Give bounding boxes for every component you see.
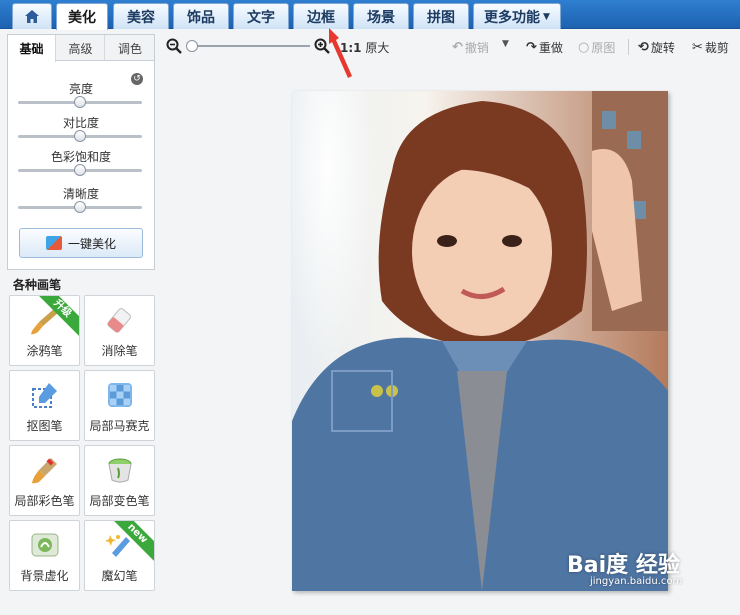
contrast-slider[interactable] xyxy=(18,130,142,142)
zoom-slider[interactable] xyxy=(186,40,310,52)
home-icon xyxy=(25,10,39,23)
background-blur-button[interactable]: 背景虚化 xyxy=(9,520,80,591)
home-tab[interactable] xyxy=(12,3,52,29)
portrait-photo-image xyxy=(292,91,668,591)
undo-icon: ↶ xyxy=(452,40,463,55)
color-brush-icon xyxy=(31,458,57,484)
watermark-url: jingyan.baidu.com xyxy=(590,576,683,587)
sharpness-slider-handle[interactable] xyxy=(74,201,86,213)
saturation-slider[interactable] xyxy=(18,164,142,176)
tab-beauty[interactable]: 美容 xyxy=(113,3,169,29)
toolbar: 1:1 原大 ↶ 撤销 ▼ ↷ 重做 ○ 原图 ⟲ 旋转 ✂ 裁剪 xyxy=(160,35,740,59)
chevron-down-icon: ▼ xyxy=(502,39,509,49)
zoom-out-icon[interactable] xyxy=(166,38,182,54)
redo-icon: ↷ xyxy=(526,40,537,55)
saturation-label: 色彩饱和度 xyxy=(50,150,111,164)
subtab-advanced[interactable]: 高级 xyxy=(57,35,105,61)
tab-scene[interactable]: 场景 xyxy=(353,3,409,29)
zoom-slider-handle[interactable] xyxy=(186,40,198,52)
local-mosaic-button[interactable]: 局部马赛克 xyxy=(84,370,155,441)
local-color-pen-button[interactable]: 局部彩色笔 xyxy=(9,445,80,516)
eraser-pen-button[interactable]: 消除笔 xyxy=(84,295,155,366)
cutout-pen-button[interactable]: 抠图笔 xyxy=(9,370,80,441)
tab-collage[interactable]: 拼图 xyxy=(413,3,469,29)
subtab-basic[interactable]: 基础 xyxy=(8,35,56,62)
tab-text[interactable]: 文字 xyxy=(233,3,289,29)
rotate-icon: ⟲ xyxy=(638,40,649,55)
chevron-down-icon: ▼ xyxy=(543,11,550,22)
crop-button[interactable]: ✂ 裁剪 xyxy=(692,39,729,56)
redo-button[interactable]: ↷ 重做 xyxy=(526,39,563,56)
blur-background-icon xyxy=(31,533,58,557)
circle-icon: ○ xyxy=(578,40,590,55)
contrast-label: 对比度 xyxy=(62,116,99,130)
original-image-button[interactable]: ○ 原图 xyxy=(578,39,615,56)
magic-pen-button[interactable]: new 魔幻笔 xyxy=(84,520,155,591)
doodle-pen-button[interactable]: 升级 涂鸦笔 xyxy=(9,295,80,366)
local-recolor-pen-button[interactable]: 局部变色笔 xyxy=(84,445,155,516)
edited-photo[interactable] xyxy=(292,91,668,591)
contrast-slider-handle[interactable] xyxy=(74,130,86,142)
sharpness-label: 清晰度 xyxy=(62,187,99,201)
adjustment-subtabs: 基础 高级 调色 xyxy=(8,35,154,62)
tab-decorations[interactable]: 饰品 xyxy=(173,3,229,29)
subtab-color-tuning[interactable]: 调色 xyxy=(106,35,154,61)
toolbar-divider xyxy=(628,39,629,55)
adjustment-panel: 基础 高级 调色 ↺ 亮度 对比度 色彩饱和度 清晰度 一键美化 xyxy=(7,34,155,270)
watermark-logo: Bai度 经验 xyxy=(567,553,680,578)
undo-history-dropdown[interactable]: ▼ xyxy=(502,39,509,49)
brightness-slider[interactable] xyxy=(18,96,142,108)
paint-bucket-icon xyxy=(108,458,131,483)
cutout-pen-icon xyxy=(31,383,57,408)
saturation-slider-handle[interactable] xyxy=(74,164,86,176)
brushes-section-title: 各种画笔 xyxy=(13,278,62,292)
sharpness-slider[interactable] xyxy=(18,201,142,213)
tab-beautify[interactable]: 美化 xyxy=(56,3,108,30)
brightness-label: 亮度 xyxy=(68,82,93,96)
eraser-icon xyxy=(107,308,131,333)
brightness-slider-handle[interactable] xyxy=(74,96,86,108)
undo-button[interactable]: ↶ 撤销 xyxy=(452,39,489,56)
annotation-arrow xyxy=(329,28,352,78)
scissors-icon: ✂ xyxy=(692,40,703,55)
mosaic-icon xyxy=(107,383,132,407)
magic-beautify-icon xyxy=(45,236,62,250)
tab-more-functions[interactable]: 更多功能 ▼ xyxy=(473,3,561,29)
one-click-beautify-button[interactable]: 一键美化 xyxy=(19,228,143,258)
top-tab-bar: 美化 美容 饰品 文字 边框 场景 拼图 更多功能 ▼ xyxy=(0,0,740,30)
rotate-button[interactable]: ⟲ 旋转 xyxy=(638,39,675,56)
